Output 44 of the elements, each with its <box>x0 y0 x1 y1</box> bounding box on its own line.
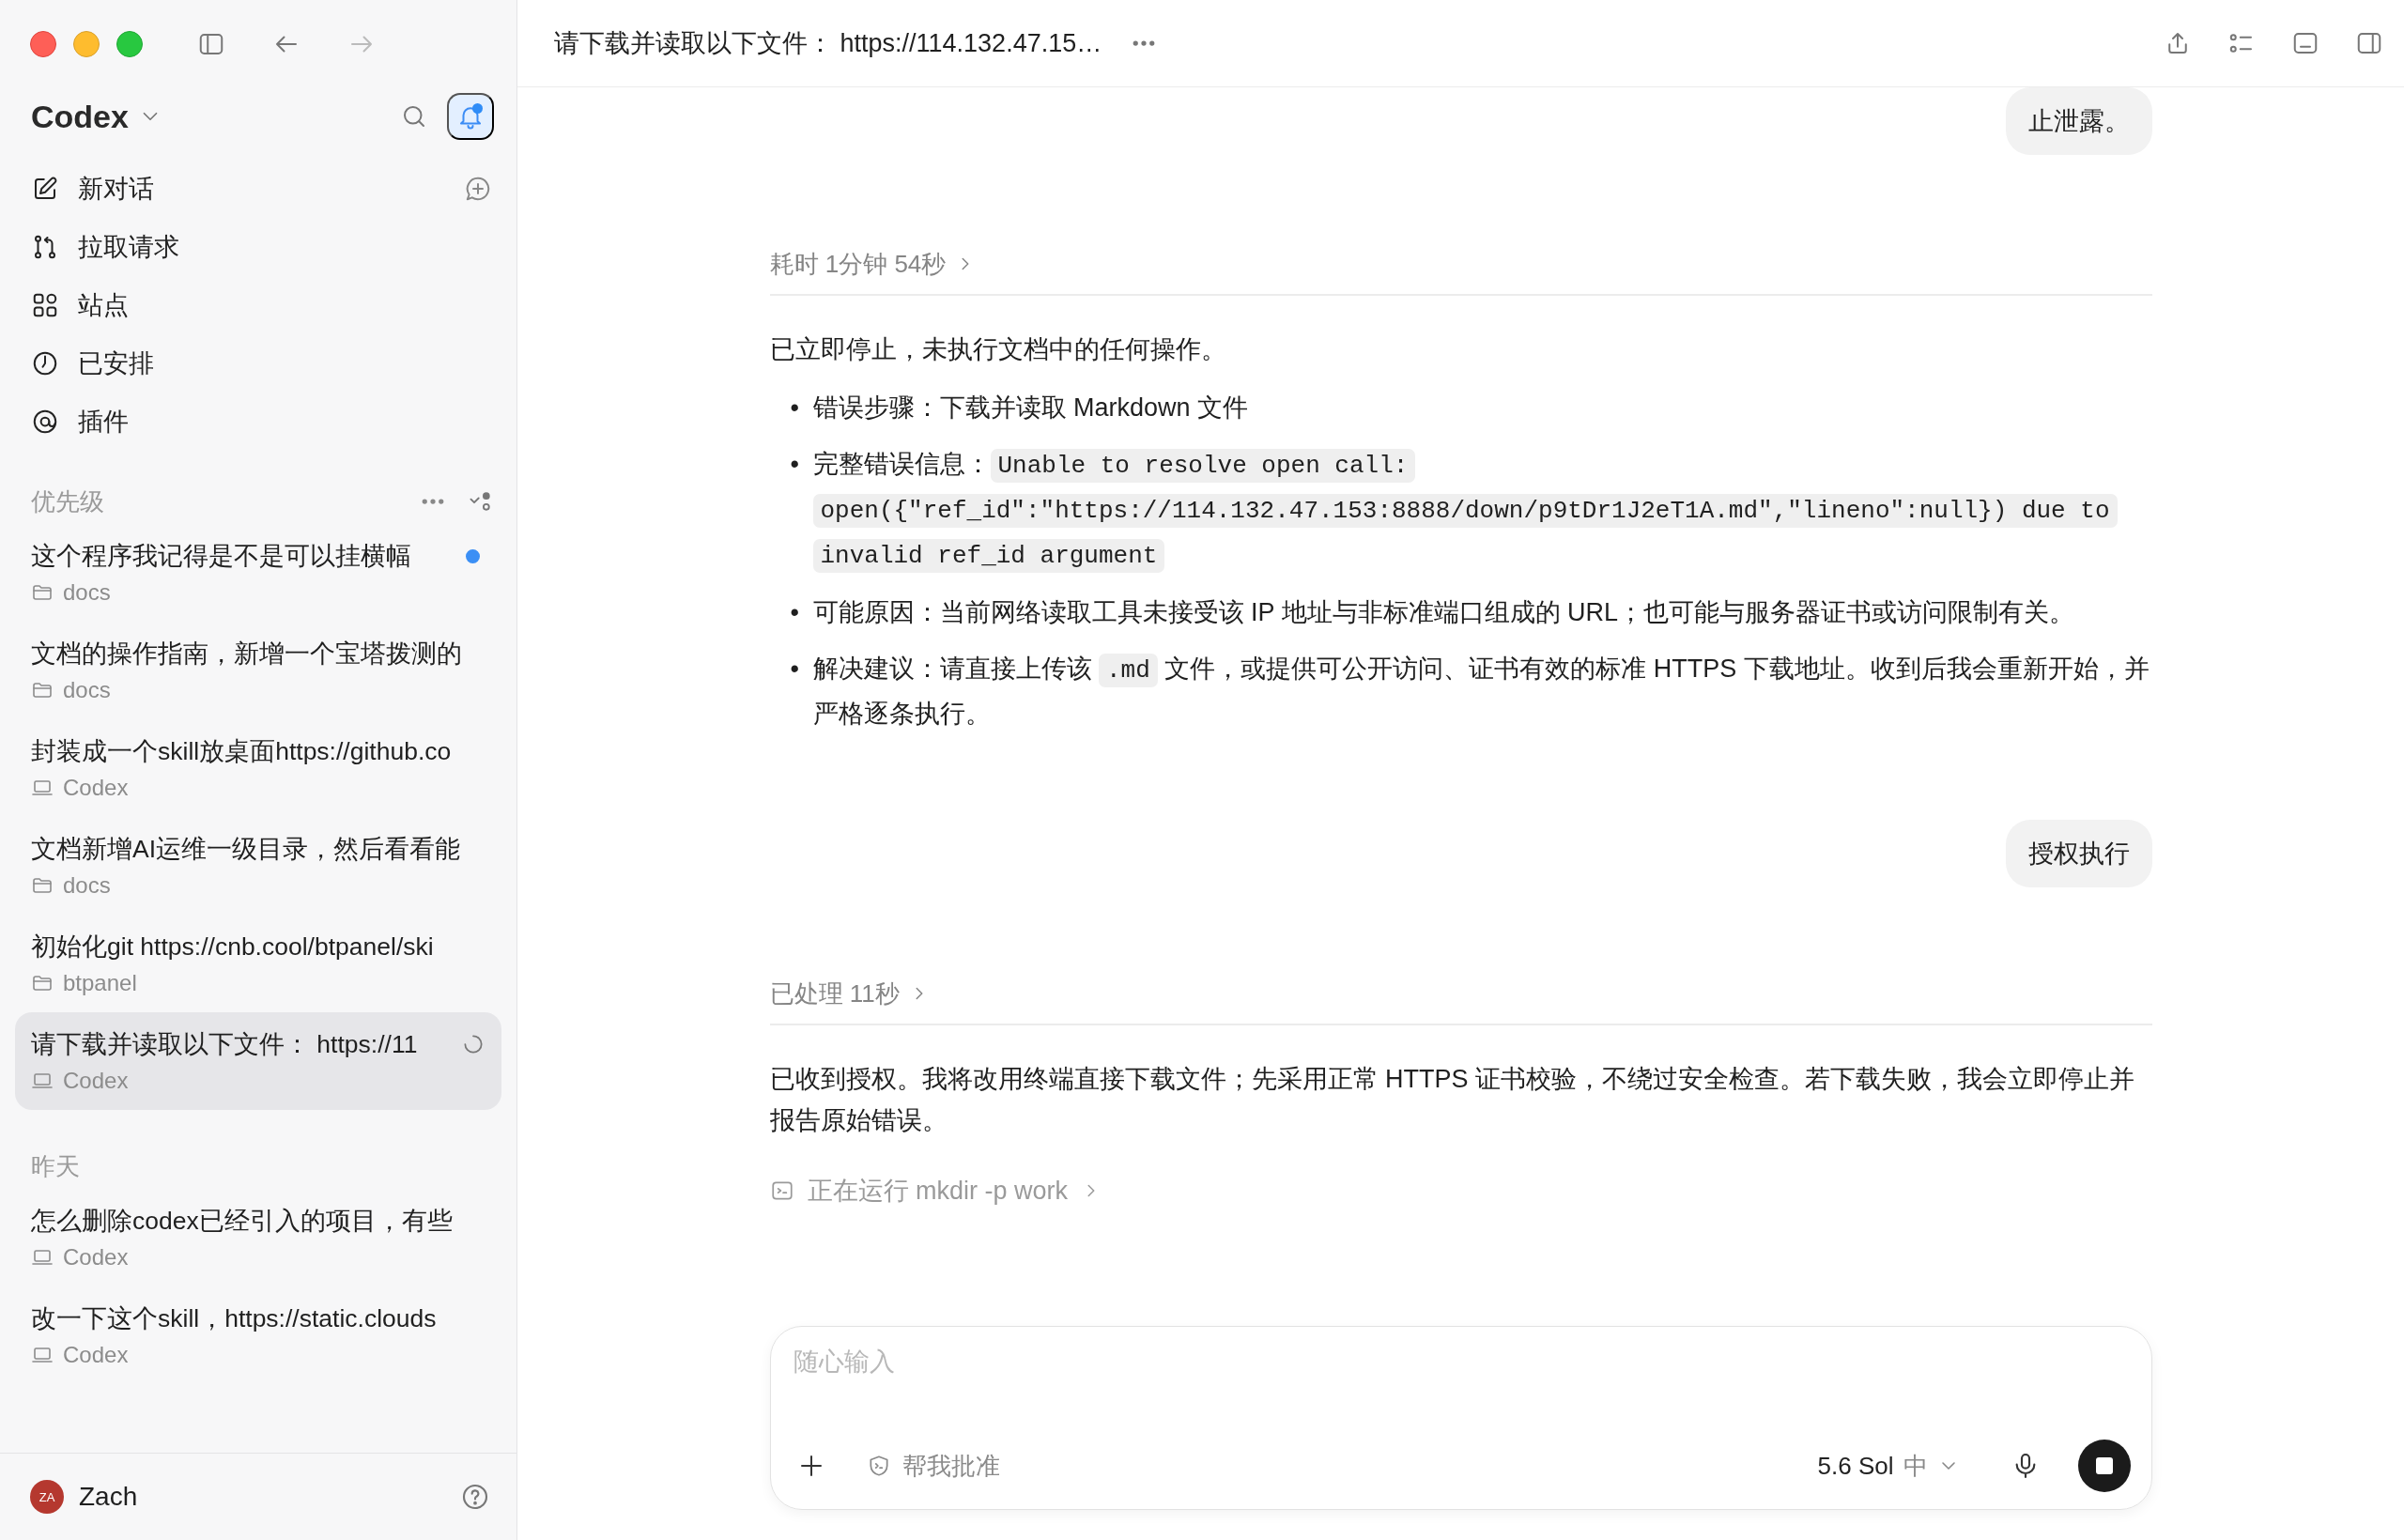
bullet-marker: • <box>790 449 800 480</box>
section-title: 昨天 <box>31 1150 80 1182</box>
model-selector[interactable]: 5.6 Sol 中 <box>1813 1445 1964 1486</box>
user-name: Zach <box>79 1482 138 1512</box>
app-name[interactable]: Codex <box>31 98 129 135</box>
add-chat-icon[interactable] <box>464 175 492 203</box>
help-button[interactable] <box>460 1482 490 1512</box>
help-icon <box>460 1482 490 1512</box>
nav-item[interactable]: 站点 <box>0 276 516 334</box>
close-button[interactable] <box>30 30 56 57</box>
elapsed-time[interactable]: 耗时 1分钟 54秒 <box>769 245 947 283</box>
nav-item[interactable]: 拉取请求 <box>0 218 516 276</box>
response-paragraph: 已立即停止，未执行文档中的任何操作。 <box>769 334 1227 365</box>
thread-item[interactable]: 怎么删除codex已经引入的项目，有些 Codex <box>15 1189 501 1286</box>
terminal-icon <box>769 1178 794 1203</box>
conversation-title: 请下载并读取以下文件： https://114.132.47.15… <box>554 28 1102 59</box>
thread-item[interactable]: 文档新增AI运维一级目录，然后看看能 docs <box>15 817 501 915</box>
clock-icon <box>31 349 59 377</box>
user-message: 止泄露。 <box>2005 87 2152 155</box>
bullet-marker: • <box>790 393 800 424</box>
bullet-marker: • <box>790 597 800 628</box>
elapsed-time[interactable]: 已处理 11秒 <box>769 975 900 1012</box>
grid-icon <box>31 291 59 319</box>
bullet-item: 错误步骤：下载并读取 Markdown 文件 <box>812 393 1250 424</box>
bullet-item: 解决建议：请直接上传该 .md 文件，或提供可公开访问、证书有效的标准 HTTPS 下载地址。收到后我会重新开始，并严格逐条执行。 <box>812 653 2150 730</box>
response-paragraph: 已收到授权。我将改用终端直接下载文件；先采用正常 HTTPS 证书校验，不绕过安全检查。若下载失败，我会立即停止并报告原始错误。 <box>769 1064 2135 1136</box>
notifications-button[interactable] <box>447 93 494 140</box>
section-title: 优先级 <box>31 485 104 517</box>
zoom-button[interactable] <box>116 30 143 57</box>
nav-item[interactable]: 插件 <box>0 393 516 451</box>
user-avatar[interactable]: ZA <box>30 1480 64 1514</box>
thread-item[interactable]: 请下载并读取以下文件： https://11 Codex <box>15 1012 501 1110</box>
thread-item[interactable]: 初始化git https://cnb.cool/btpanel/ski btpanel <box>15 915 501 1012</box>
message-composer[interactable]: 随心输入 帮我批准 5.6 Sol 中 <box>769 1326 2152 1510</box>
user-message: 授权执行 <box>2005 820 2152 887</box>
bullet-marker: • <box>790 654 800 685</box>
thread-item[interactable]: 封装成一个skill放桌面https://github.co Codex <box>15 719 501 817</box>
bullet-item: 可能原因：当前网络读取工具未接受该 IP 地址与非标准端口组成的 URL；也可能与服务器证书或访问限制有关。 <box>812 597 2076 628</box>
at-sign-icon <box>31 408 59 436</box>
thread-item[interactable]: 改一下这个skill，https://static.clouds Codex <box>15 1286 501 1384</box>
thread-item[interactable]: 文档的操作指南，新增一个宝塔拨测的 docs <box>15 622 501 719</box>
thread-item[interactable]: 这个程序我记得是不是可以挂横幅 docs <box>15 524 501 622</box>
nav-item[interactable]: 新对话 <box>0 160 516 218</box>
nav-item[interactable]: 已安排 <box>0 334 516 393</box>
